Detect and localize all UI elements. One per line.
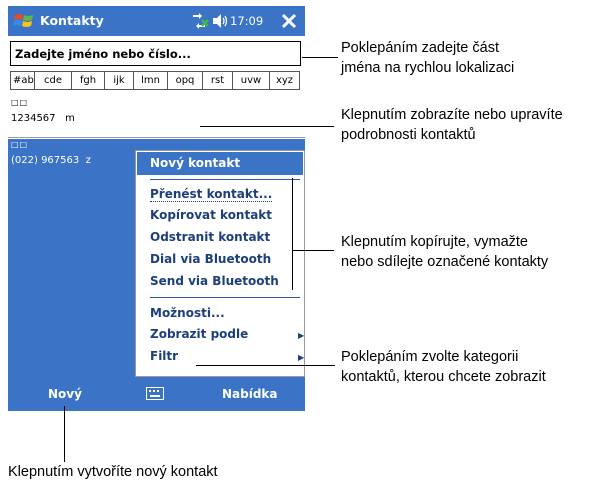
submenu-arrow-icon: ▶ xyxy=(298,353,305,362)
callout-new: Klepnutím vytvoříte nový kontakt xyxy=(8,462,218,482)
menu-item-delete-contact[interactable]: Odstranit kontakt xyxy=(150,230,270,244)
index-tab[interactable]: fgh xyxy=(72,71,105,90)
callout-details-line2: podrobnosti kontaktů xyxy=(341,127,476,143)
contact-phone-number: 1234567 xyxy=(11,113,56,124)
callout-search: Poklepáním zadejte část jména na rychlou… xyxy=(341,38,514,78)
callout-menu-line1: Klepnutím kopírujte, vymažte xyxy=(341,234,528,250)
callout-filter-line2: kontaktů, kterou chcete zobrazit xyxy=(341,369,546,385)
search-input[interactable]: Zadejte jméno nebo číslo... xyxy=(10,41,301,66)
speaker-icon[interactable] xyxy=(211,13,229,29)
index-tab[interactable]: uvw xyxy=(233,71,270,90)
keyboard-icon[interactable] xyxy=(146,387,164,400)
command-bar: Nový Nabídka xyxy=(8,377,305,411)
callout-line-new xyxy=(64,406,65,462)
menu-item-filter[interactable]: Filtr xyxy=(150,349,178,363)
row-divider xyxy=(8,137,305,138)
index-tab[interactable]: cde xyxy=(35,71,72,90)
device-screen: Kontakty 17:09 Zadejte jméno nebo číslo.… xyxy=(8,6,305,411)
menu-item-view-by[interactable]: Zobrazit podle xyxy=(150,327,248,341)
index-tab[interactable]: lmn xyxy=(134,71,168,90)
contact-phone-number: (022) 967563 xyxy=(11,155,80,166)
callout-new-line: Klepnutím vytvoříte nový kontakt xyxy=(8,464,218,480)
callout-details-line1: Klepnutím zobrazíte nebo upravíte xyxy=(341,107,563,123)
new-contact-button[interactable]: Nový xyxy=(48,387,82,401)
callout-bracket-menu xyxy=(292,178,293,290)
context-menu: Nový kontakt Přenést kontakt... Kopírova… xyxy=(135,150,305,377)
callout-line-search xyxy=(302,57,338,58)
contact-name: □□ xyxy=(11,140,29,149)
connectivity-icon[interactable] xyxy=(189,12,209,30)
submenu-arrow-icon: ▶ xyxy=(298,331,305,340)
callout-menu-line2: nebo sdílejte označené kontakty xyxy=(341,254,549,270)
menu-item-dial-bluetooth[interactable]: Dial via Bluetooth xyxy=(150,252,271,266)
menu-item-send-bluetooth[interactable]: Send via Bluetooth xyxy=(150,274,279,288)
callout-line-menu xyxy=(292,250,334,251)
menu-item-options[interactable]: Možnosti... xyxy=(150,306,225,320)
menu-item-copy-contact[interactable]: Kopírovat kontakt xyxy=(150,208,272,222)
callout-filter-line1: Poklepáním zvolte kategorii xyxy=(341,349,519,365)
contact-phone-tag: z xyxy=(85,155,91,166)
menu-item-new-contact[interactable]: Nový kontakt xyxy=(137,152,303,175)
close-icon[interactable] xyxy=(278,10,300,32)
menu-separator xyxy=(150,179,300,180)
clock: 17:09 xyxy=(230,14,264,28)
title-bar: Kontakty 17:09 xyxy=(8,6,305,36)
callout-line-filter xyxy=(196,365,335,366)
contact-phone-tag: m xyxy=(65,113,75,124)
menu-item-beam-contact[interactable]: Přenést kontakt... xyxy=(150,187,273,202)
callout-menu: Klepnutím kopírujte, vymažte nebo sdílej… xyxy=(341,232,548,272)
callout-search-line1: Poklepáním zadejte část xyxy=(341,40,499,56)
alphabet-index-tabs: #ab cde fgh ijk lmn opq rst uvw xyz xyxy=(10,71,303,90)
contact-name: □□ xyxy=(11,98,29,107)
index-tab[interactable]: #ab xyxy=(10,71,35,90)
contact-row[interactable]: □□ 1234567 m xyxy=(8,97,305,137)
callout-line-details xyxy=(200,126,334,127)
callout-search-line2: jména na rychlou lokalizaci xyxy=(341,60,515,76)
index-tab[interactable]: rst xyxy=(203,71,233,90)
windows-flag-icon[interactable] xyxy=(13,10,35,32)
app-title: Kontakty xyxy=(40,13,104,28)
callout-filter: Poklepáním zvolte kategorii kontaktů, kt… xyxy=(341,347,546,387)
menu-separator xyxy=(150,297,300,298)
index-tab[interactable]: opq xyxy=(168,71,203,90)
callout-details: Klepnutím zobrazíte nebo upravíte podrob… xyxy=(341,105,563,145)
index-tab[interactable]: ijk xyxy=(105,71,134,90)
index-tab[interactable]: xyz xyxy=(270,71,300,90)
contact-phone: 1234567 m xyxy=(11,113,75,124)
contact-phone: (022) 967563 z xyxy=(11,155,91,166)
menu-button[interactable]: Nabídka xyxy=(222,387,278,401)
